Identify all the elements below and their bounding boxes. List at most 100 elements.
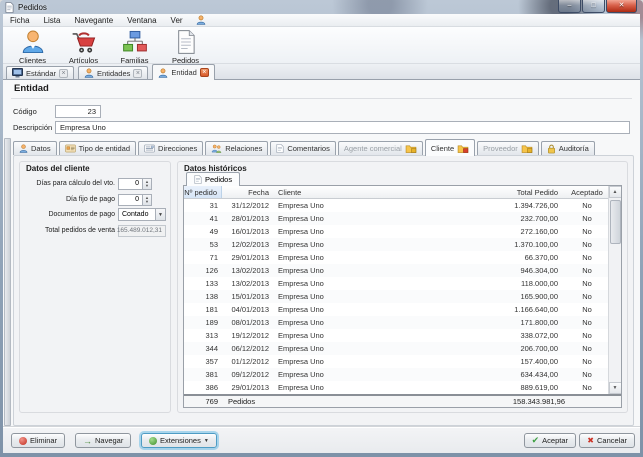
vertical-scrollbar[interactable]: ▲ ▼ xyxy=(608,186,621,394)
minimize-button[interactable]: – xyxy=(558,0,581,13)
order-cell-num: 41 xyxy=(184,212,222,225)
toolbar-pedidos[interactable]: Pedidos xyxy=(160,29,211,65)
extensiones-button[interactable]: Extensiones ▼ xyxy=(141,433,217,448)
page-title: Entidad xyxy=(14,83,49,94)
order-row[interactable]: 13313/02/2013Empresa Uno118.000,00No xyxy=(184,277,608,290)
order-cell-cliente: Empresa Uno xyxy=(272,212,466,225)
scrollbar-thumb[interactable] xyxy=(610,200,621,244)
check-icon: ✔ xyxy=(532,435,540,446)
codigo-field[interactable]: 23 xyxy=(55,105,101,118)
button-label: Navegar xyxy=(95,436,123,445)
spinner-arrows-icon[interactable]: ▲▼ xyxy=(142,194,152,206)
toolbar-articulos[interactable]: Artículos xyxy=(58,29,109,65)
tab-cliente[interactable]: Cliente xyxy=(425,139,475,156)
toolbar-familias[interactable]: Familias xyxy=(109,29,160,65)
button-label: Cancelar xyxy=(597,436,627,445)
order-row[interactable]: 12613/02/2013Empresa Uno946.304,00No xyxy=(184,264,608,277)
tab-label: Tipo de entidad xyxy=(79,144,130,153)
order-cell-aceptado: No xyxy=(566,199,608,212)
order-cell-num: 31 xyxy=(184,199,222,212)
menu-ventana[interactable]: Ventana xyxy=(120,14,163,26)
collapsed-side-splitter[interactable] xyxy=(4,138,11,426)
column-header-fecha[interactable]: Fecha xyxy=(222,186,272,198)
tab-comentarios[interactable]: Comentarios xyxy=(270,141,336,155)
order-row[interactable]: 4916/01/2013Empresa Uno272.160,00No xyxy=(184,225,608,238)
order-cell-fecha: 29/01/2013 xyxy=(222,251,272,264)
column-header-cliente[interactable]: Cliente xyxy=(272,186,466,198)
tab-relaciones[interactable]: Relaciones xyxy=(205,141,268,155)
order-row[interactable]: 13815/01/2013Empresa Uno165.900,00No xyxy=(184,290,608,303)
descripcion-field[interactable]: Empresa Uno xyxy=(55,121,630,134)
order-row[interactable]: 38629/01/2013Empresa Uno889.619,00No xyxy=(184,381,608,394)
user-person-icon[interactable] xyxy=(196,15,206,25)
chevron-down-icon[interactable]: ▼ xyxy=(155,209,165,220)
order-cell-num: 381 xyxy=(184,368,222,381)
tab-label: Direcciones xyxy=(158,144,197,153)
order-row[interactable]: 4128/01/2013Empresa Uno232.700,00No xyxy=(184,212,608,225)
delete-icon xyxy=(19,437,27,445)
order-row[interactable]: 5312/02/2013Empresa Uno1.370.100,00No xyxy=(184,238,608,251)
order-cell-aceptado: No xyxy=(566,225,608,238)
order-cell-aceptado: No xyxy=(566,381,608,394)
toolbar-clientes[interactable]: Clientes xyxy=(7,29,58,65)
order-cell-total: 946.304,00 xyxy=(466,264,566,277)
orders-table-body: 3131/12/2012Empresa Uno1.394.726,00No412… xyxy=(184,199,608,394)
menu-ver[interactable]: Ver xyxy=(164,14,190,26)
pedidos-inner-tab[interactable]: Pedidos xyxy=(186,172,240,186)
eliminar-button[interactable]: Eliminar xyxy=(11,433,65,448)
column-header-aceptado[interactable]: Aceptado xyxy=(566,186,608,198)
doc-tab-estandar[interactable]: Estándar × xyxy=(6,66,74,79)
maximize-button[interactable]: □ xyxy=(582,0,605,13)
close-tab-icon[interactable]: × xyxy=(133,69,142,78)
history-data-group: Datos históricos Pedidos Nº pedidoFechaC… xyxy=(177,161,628,413)
menu-lista[interactable]: Lista xyxy=(37,14,68,26)
order-row[interactable]: 38109/12/2012Empresa Uno634.434,00No xyxy=(184,368,608,381)
order-cell-aceptado: No xyxy=(566,212,608,225)
window-controls: – □ ✕ xyxy=(558,0,637,13)
order-row[interactable]: 18908/01/2013Empresa Uno171.800,00No xyxy=(184,316,608,329)
order-cell-fecha: 04/01/2013 xyxy=(222,303,272,316)
navegar-button[interactable]: → Navegar xyxy=(75,433,131,448)
order-cell-num: 138 xyxy=(184,290,222,303)
orders-table: Nº pedidoFechaClienteTotal PedidoAceptad… xyxy=(183,185,622,408)
scroll-up-icon[interactable]: ▲ xyxy=(609,186,622,198)
menu-ficha[interactable]: Ficha xyxy=(3,14,37,26)
aceptar-button[interactable]: ✔ Aceptar xyxy=(524,433,576,448)
scroll-down-icon[interactable]: ▼ xyxy=(609,382,622,394)
order-row[interactable]: 18104/01/2013Empresa Uno1.166.640,00No xyxy=(184,303,608,316)
cancelar-button[interactable]: ✖ Cancelar xyxy=(579,433,635,448)
dia-fijo-row: Día fijo de pago 0 ▲▼ xyxy=(20,193,168,206)
titlebar[interactable]: Pedidos – □ ✕ xyxy=(0,0,643,14)
person-icon xyxy=(158,68,168,78)
tab-datos[interactable]: Datos xyxy=(13,141,57,155)
order-row[interactable]: 31319/12/2012Empresa Uno338.072,00No xyxy=(184,329,608,342)
order-row[interactable]: 34406/12/2012Empresa Uno206.700,00No xyxy=(184,342,608,355)
column-header-total[interactable]: Total Pedido xyxy=(466,186,566,198)
orders-table-scroll-area: Nº pedidoFechaClienteTotal PedidoAceptad… xyxy=(184,186,621,394)
tab-direcciones[interactable]: Direcciones xyxy=(138,141,203,155)
orders-count-label: Pedidos xyxy=(222,397,255,406)
order-row[interactable]: 3131/12/2012Empresa Uno1.394.726,00No xyxy=(184,199,608,212)
doc-tab-label: Entidad xyxy=(171,68,196,77)
doc-tab-entidades[interactable]: Entidades × xyxy=(78,66,148,79)
menu-navegante[interactable]: Navegante xyxy=(67,14,120,26)
tab-tipo-de-entidad[interactable]: Tipo de entidad xyxy=(59,141,136,155)
dias-calculo-value[interactable]: 0 xyxy=(118,178,142,190)
close-button[interactable]: ✕ xyxy=(606,0,637,13)
documentos-pago-select[interactable]: Contado ▼ xyxy=(118,208,166,221)
doc-tab-entidad[interactable]: Entidad × xyxy=(152,64,214,80)
dias-calculo-stepper[interactable]: 0 ▲▼ xyxy=(118,178,152,190)
dia-fijo-stepper[interactable]: 0 ▲▼ xyxy=(118,194,152,206)
dia-fijo-value[interactable]: 0 xyxy=(118,194,142,206)
tab-auditoria[interactable]: Auditoría xyxy=(541,141,595,155)
column-header-num[interactable]: Nº pedido xyxy=(184,186,222,198)
order-row[interactable]: 7129/01/2013Empresa Uno66.370,00No xyxy=(184,251,608,264)
order-cell-cliente: Empresa Uno xyxy=(272,342,466,355)
order-row[interactable]: 35701/12/2012Empresa Uno157.400,00No xyxy=(184,355,608,368)
close-tab-icon[interactable]: × xyxy=(59,69,68,78)
document-icon xyxy=(194,175,202,184)
close-tab-icon[interactable]: × xyxy=(200,68,209,77)
spinner-arrows-icon[interactable]: ▲▼ xyxy=(142,178,152,190)
order-cell-aceptado: No xyxy=(566,264,608,277)
total-pedidos-label: Total pedidos de venta xyxy=(20,227,118,234)
